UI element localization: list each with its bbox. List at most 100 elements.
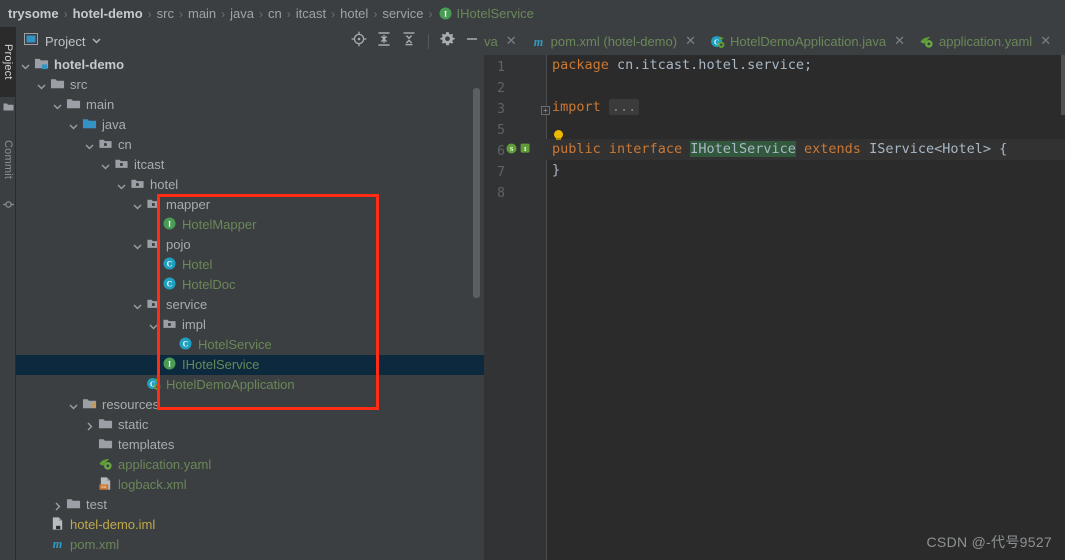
chevron-down-icon[interactable]	[100, 160, 111, 171]
chevron-down-icon[interactable]	[68, 400, 79, 411]
tree-row[interactable]: main	[16, 95, 484, 115]
folded-imports[interactable]: ...	[608, 99, 640, 115]
breadcrumb-item-cn[interactable]: cn	[268, 6, 282, 21]
breadcrumb-label: hotel	[340, 6, 369, 21]
close-icon[interactable]: ✕	[506, 33, 517, 49]
code-line: }	[552, 160, 560, 181]
chevron-down-icon[interactable]	[68, 120, 79, 131]
gear-icon[interactable]	[440, 31, 455, 51]
breadcrumb-item-src[interactable]: src	[157, 6, 174, 21]
tree-row[interactable]: application.yaml	[16, 455, 484, 475]
chevron-down-icon[interactable]	[132, 300, 143, 311]
tree-row[interactable]: static	[16, 415, 484, 435]
tree-row[interactable]: hotel-demo.iml	[16, 515, 484, 535]
code-editor[interactable]: 1 2 3 5 6 7 8 SI + package cn.itcast.hotel.serv…	[484, 55, 1065, 560]
tree-row[interactable]: hotel-demo	[16, 55, 484, 75]
project-view-icon	[24, 32, 38, 51]
breadcrumb-item-java[interactable]: java	[230, 6, 254, 21]
minimize-icon[interactable]	[464, 31, 480, 52]
tree-row[interactable]: C HotelDemoApplication	[16, 375, 484, 395]
tree-row[interactable]: m pom.xml	[16, 535, 484, 555]
folder-icon	[50, 76, 65, 94]
editor-scrollbar[interactable]	[1061, 55, 1065, 115]
chevron-down-icon[interactable]	[52, 100, 63, 111]
expand-all-icon[interactable]	[376, 31, 392, 52]
close-icon[interactable]: ✕	[685, 33, 696, 49]
svg-text:<>: <>	[101, 484, 107, 489]
tree-row-selected[interactable]: I IHotelService	[16, 355, 484, 375]
code-line: import ...	[552, 97, 640, 118]
collapse-all-icon[interactable]	[401, 31, 417, 52]
project-tree[interactable]: hotel-demo src main java cn itcast hotel mapper…	[16, 55, 484, 560]
sidebar-item-commit[interactable]: Commit	[0, 127, 16, 193]
gutter-icon-group[interactable]: SI	[505, 142, 532, 155]
chevron-down-icon[interactable]	[132, 200, 143, 211]
tree-row-label: application.yaml	[118, 457, 212, 472]
breadcrumb-item-itcast[interactable]: itcast	[296, 6, 326, 21]
tree-row[interactable]: test	[16, 495, 484, 515]
close-icon[interactable]: ✕	[894, 33, 905, 49]
tree-row[interactable]: <> logback.xml	[16, 475, 484, 495]
tree-row-label: hotel	[150, 177, 179, 192]
project-panel-header: Project	[16, 27, 484, 55]
tree-row[interactable]: templates	[16, 435, 484, 455]
keyword: public	[552, 141, 601, 157]
tree-row[interactable]: C Hotel	[16, 255, 484, 275]
tree-row[interactable]: itcast	[16, 155, 484, 175]
fold-expand-icon[interactable]: +	[541, 106, 550, 115]
chevron-down-icon[interactable]	[20, 60, 31, 71]
breadcrumb-separator: ›	[63, 6, 68, 21]
breadcrumb-item-main[interactable]: main	[188, 6, 216, 21]
breadcrumb-separator: ›	[373, 6, 378, 21]
editor-tab-bar[interactable]: va ✕ m pom.xml (hotel-demo) ✕ C HotelDemoAppli…	[484, 27, 1065, 55]
tree-row[interactable]: C HotelDoc	[16, 275, 484, 295]
chevron-right-icon[interactable]	[52, 500, 63, 511]
breadcrumb-item-hotel[interactable]: hotel	[340, 6, 368, 21]
sidebar-item-project[interactable]: Project	[0, 27, 16, 97]
chevron-down-icon[interactable]	[36, 80, 47, 91]
editor-tab[interactable]: va ✕	[484, 27, 524, 55]
spring-bean-icon[interactable]: S	[505, 142, 518, 155]
chevron-right-icon[interactable]	[84, 420, 95, 431]
breadcrumb-item-hotel-demo[interactable]: hotel-demo	[73, 6, 143, 21]
breadcrumb-separator: ›	[259, 6, 264, 21]
tree-row[interactable]: java	[16, 115, 484, 135]
tree-row[interactable]: C HotelService	[16, 335, 484, 355]
editor-tab[interactable]: C HotelDemoApplication.java ✕	[703, 27, 912, 55]
intention-bulb-icon[interactable]	[554, 130, 563, 140]
locate-icon[interactable]	[351, 31, 367, 52]
breadcrumb-label: src	[156, 6, 174, 21]
editor-gutter[interactable]: 1 2 3 5 6 7 8 SI	[484, 55, 546, 560]
package-icon	[146, 296, 161, 314]
tree-row[interactable]: resources	[16, 395, 484, 415]
chevron-down-icon[interactable]	[84, 140, 95, 151]
tree-row[interactable]: hotel	[16, 175, 484, 195]
package-icon	[162, 316, 177, 334]
line-number: 5	[497, 123, 505, 138]
editor-tab[interactable]: m pom.xml (hotel-demo) ✕	[524, 27, 703, 55]
tree-row-label: java	[102, 117, 126, 132]
close-icon[interactable]: ✕	[1040, 33, 1051, 49]
yaml-icon	[98, 456, 113, 474]
tree-row[interactable]: pojo	[16, 235, 484, 255]
chevron-down-icon[interactable]	[148, 320, 159, 331]
tree-row-label: mapper	[166, 197, 211, 212]
tree-row[interactable]: cn	[16, 135, 484, 155]
chevron-down-icon[interactable]	[92, 32, 101, 50]
tree-row[interactable]: impl	[16, 315, 484, 335]
breadcrumb-item-ihotelservice[interactable]: I IHotelService	[438, 6, 534, 21]
tree-row[interactable]: mapper	[16, 195, 484, 215]
chevron-down-icon[interactable]	[116, 180, 127, 191]
breadcrumb-item-service[interactable]: service	[382, 6, 423, 21]
breadcrumb-separator: ›	[147, 6, 152, 21]
implementation-icon[interactable]: I	[519, 142, 532, 155]
breadcrumb-item-trysome[interactable]: trysome	[8, 6, 59, 21]
chevron-down-icon[interactable]	[132, 240, 143, 251]
editor-tab[interactable]: I	[1058, 27, 1065, 55]
package-icon	[146, 236, 161, 254]
tree-row[interactable]: I HotelMapper	[16, 215, 484, 235]
tree-row[interactable]: src	[16, 75, 484, 95]
tree-row[interactable]: service	[16, 295, 484, 315]
editor-tab[interactable]: application.yaml ✕	[912, 27, 1058, 55]
class-icon: C	[162, 276, 177, 294]
